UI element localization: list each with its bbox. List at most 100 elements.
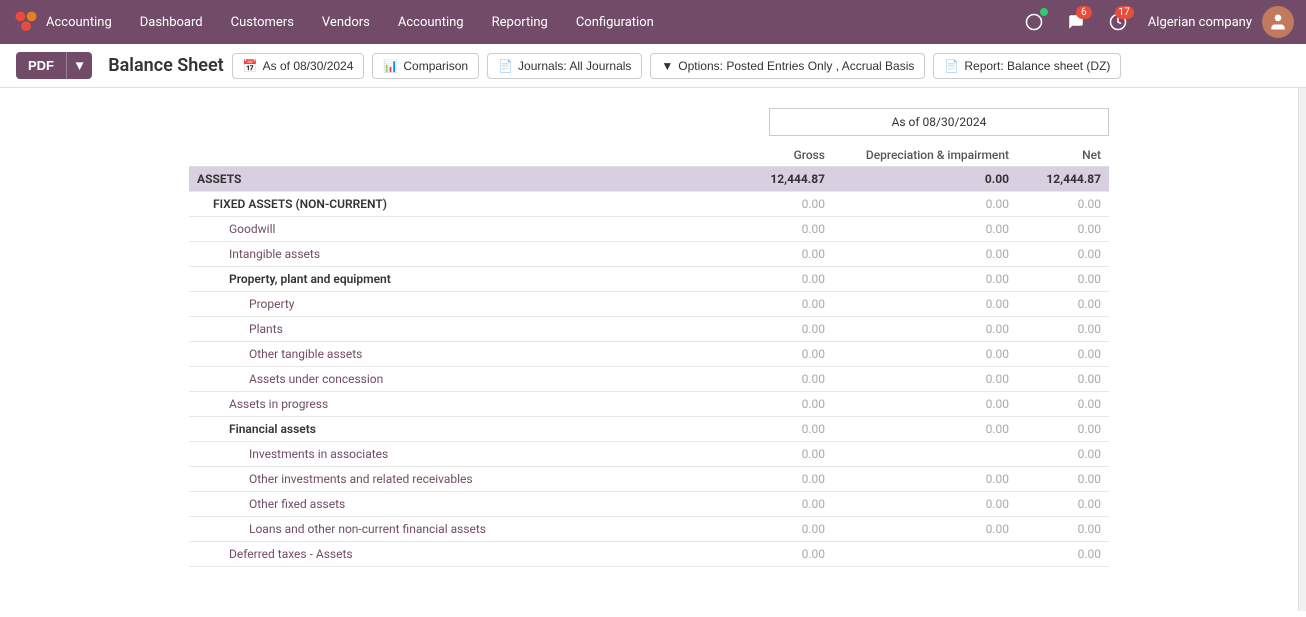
row-net: 0.00	[1017, 492, 1109, 517]
table-row: Other investments and related receivable…	[189, 467, 1109, 492]
notifications-button[interactable]: 17	[1102, 6, 1134, 38]
row-gross: 0.00	[695, 317, 833, 342]
table-row: Other tangible assets0.000.000.00	[189, 342, 1109, 367]
table-row: Property0.000.000.00	[189, 292, 1109, 317]
col-depreciation: Depreciation & impairment	[833, 144, 1017, 167]
table-row: Assets under concession0.000.000.00	[189, 367, 1109, 392]
nav-reporting[interactable]: Reporting	[480, 9, 560, 36]
row-label: Property, plant and equipment	[189, 267, 695, 292]
col-net: Net	[1017, 144, 1109, 167]
table-row: Deferred taxes - Assets0.000.00	[189, 542, 1109, 567]
nav-dashboard[interactable]: Dashboard	[128, 9, 215, 36]
scrollbar[interactable]	[1298, 88, 1306, 611]
row-label[interactable]: Deferred taxes - Assets	[189, 542, 695, 567]
table-row: Assets in progress0.000.000.00	[189, 392, 1109, 417]
page-title: Balance Sheet	[108, 55, 224, 76]
nav-vendors[interactable]: Vendors	[310, 9, 382, 36]
journal-icon: 📄	[498, 59, 513, 73]
report-type-label: Report: Balance sheet (DZ)	[964, 59, 1110, 73]
row-dep: 0.00	[833, 242, 1017, 267]
user-avatar[interactable]	[1262, 6, 1294, 38]
row-label[interactable]: Loans and other non-current financial as…	[189, 517, 695, 542]
pdf-button[interactable]: PDF	[16, 52, 66, 79]
row-gross: 0.00	[695, 392, 833, 417]
circle-icon	[1025, 13, 1043, 31]
row-gross: 0.00	[695, 192, 833, 217]
table-row: Intangible assets0.000.000.00	[189, 242, 1109, 267]
row-net: 0.00	[1017, 242, 1109, 267]
row-label[interactable]: Assets under concession	[189, 367, 695, 392]
row-net: 0.00	[1017, 517, 1109, 542]
report-table: Gross Depreciation & impairment Net ASSE…	[189, 144, 1109, 567]
row-gross: 0.00	[695, 417, 833, 442]
row-net: 0.00	[1017, 342, 1109, 367]
row-label[interactable]: Assets in progress	[189, 392, 695, 417]
options-button[interactable]: ▼ Options: Posted Entries Only , Accrual…	[650, 53, 925, 79]
row-net: 0.00	[1017, 367, 1109, 392]
row-dep: 0.00	[833, 342, 1017, 367]
row-gross: 0.00	[695, 292, 833, 317]
row-net: 0.00	[1017, 317, 1109, 342]
journals-button[interactable]: 📄 Journals: All Journals	[487, 53, 642, 79]
row-label[interactable]: Property	[189, 292, 695, 317]
status-indicator[interactable]	[1018, 6, 1050, 38]
row-dep	[833, 542, 1017, 567]
row-dep: 0.00	[833, 517, 1017, 542]
col-gross: Gross	[695, 144, 833, 167]
row-label[interactable]: Intangible assets	[189, 242, 695, 267]
nav-customers[interactable]: Customers	[219, 9, 306, 36]
row-gross: 0.00	[695, 267, 833, 292]
messages-button[interactable]: 6	[1060, 6, 1092, 38]
comparison-button[interactable]: 📊 Comparison	[372, 53, 479, 79]
brand[interactable]: Accounting	[12, 8, 112, 36]
row-label[interactable]: Plants	[189, 317, 695, 342]
row-gross: 0.00	[695, 517, 833, 542]
row-label[interactable]: Other investments and related receivable…	[189, 467, 695, 492]
row-gross: 12,444.87	[695, 167, 833, 192]
row-net: 12,444.87	[1017, 167, 1109, 192]
row-gross: 0.00	[695, 242, 833, 267]
row-label[interactable]: Goodwill	[189, 217, 695, 242]
navbar: Accounting Dashboard Customers Vendors A…	[0, 0, 1306, 44]
online-status-icon	[1040, 8, 1048, 16]
row-gross: 0.00	[695, 542, 833, 567]
row-gross: 0.00	[695, 492, 833, 517]
row-label[interactable]: Investments in associates	[189, 442, 695, 467]
row-net: 0.00	[1017, 542, 1109, 567]
row-net: 0.00	[1017, 192, 1109, 217]
table-row: Plants0.000.000.00	[189, 317, 1109, 342]
row-label[interactable]: Other fixed assets	[189, 492, 695, 517]
row-label: ASSETS	[189, 167, 695, 192]
row-gross: 0.00	[695, 342, 833, 367]
date-header: As of 08/30/2024	[769, 108, 1109, 136]
row-dep: 0.00	[833, 217, 1017, 242]
report-icon: 📄	[944, 59, 959, 73]
row-dep: 0.00	[833, 367, 1017, 392]
date-filter-label: As of 08/30/2024	[263, 59, 354, 73]
avatar-icon	[1268, 12, 1288, 32]
report-type-button[interactable]: 📄 Report: Balance sheet (DZ)	[933, 53, 1121, 79]
row-dep: 0.00	[833, 492, 1017, 517]
table-row: Investments in associates0.000.00	[189, 442, 1109, 467]
company-name[interactable]: Algerian company	[1148, 15, 1252, 30]
row-gross: 0.00	[695, 217, 833, 242]
filter-icon: ▼	[661, 59, 673, 73]
row-gross: 0.00	[695, 467, 833, 492]
row-net: 0.00	[1017, 267, 1109, 292]
table-row: Goodwill0.000.000.00	[189, 217, 1109, 242]
row-label: FIXED ASSETS (NON-CURRENT)	[189, 192, 695, 217]
row-label[interactable]: Other tangible assets	[189, 342, 695, 367]
nav-accounting[interactable]: Accounting	[386, 9, 476, 36]
row-dep: 0.00	[833, 392, 1017, 417]
main-content: As of 08/30/2024 Gross Depreciation & im…	[0, 88, 1306, 611]
table-row: FIXED ASSETS (NON-CURRENT)0.000.000.00	[189, 192, 1109, 217]
report-header: As of 08/30/2024	[189, 108, 1109, 136]
row-dep: 0.00	[833, 192, 1017, 217]
report-content: As of 08/30/2024 Gross Depreciation & im…	[0, 88, 1298, 611]
pdf-dropdown-button[interactable]: ▼	[66, 52, 92, 79]
nav-configuration[interactable]: Configuration	[564, 9, 666, 36]
row-net: 0.00	[1017, 417, 1109, 442]
row-label: Financial assets	[189, 417, 695, 442]
row-dep: 0.00	[833, 267, 1017, 292]
date-filter-button[interactable]: 📅 As of 08/30/2024	[232, 53, 365, 79]
